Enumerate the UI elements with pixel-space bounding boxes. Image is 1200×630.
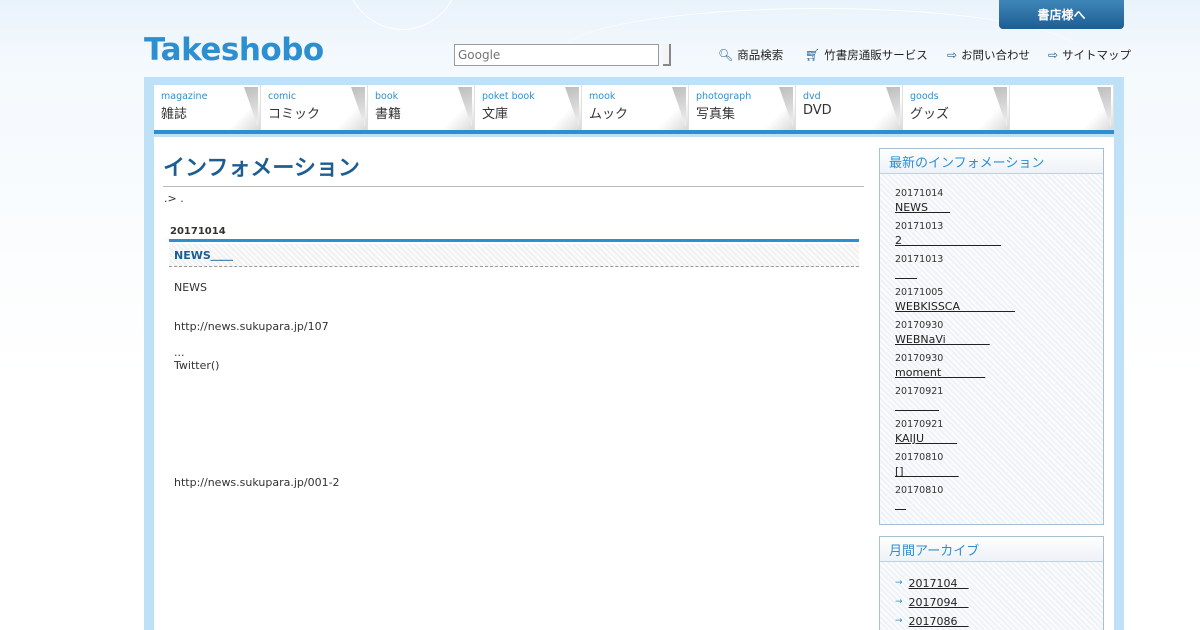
- tab-en-label: poket book: [482, 91, 535, 102]
- latest-item-date: 20170921: [895, 419, 944, 430]
- contact-link[interactable]: ⇨ お問い合わせ: [947, 47, 1030, 63]
- latest-item: 20170930 moment＿＿＿＿: [895, 353, 1095, 380]
- latest-item: 20171005 WEBKISSCA＿＿＿＿＿: [895, 287, 1095, 314]
- sitemap-label: サイトマップ: [1062, 48, 1132, 62]
- tab-en-label: dvd: [803, 91, 821, 102]
- arrow-box-icon: ⇨: [947, 48, 958, 62]
- article-line: Twitter(): [174, 359, 220, 372]
- tab-goods[interactable]: goods グッズ: [903, 85, 1010, 130]
- article-divider: [169, 239, 859, 242]
- tab-en-label: magazine: [161, 91, 208, 102]
- search-button[interactable]: [663, 44, 671, 66]
- tab-pocket-book[interactable]: poket book 文庫: [475, 85, 582, 130]
- latest-item-date: 20171014: [895, 188, 944, 199]
- article-headline-link[interactable]: NEWS＿＿: [174, 247, 233, 263]
- article-header: NEWS＿＿: [169, 244, 859, 267]
- latest-item: 20170810 []＿＿＿＿＿: [895, 452, 1095, 479]
- latest-item-date: 20170921: [895, 386, 944, 397]
- latest-info-heading: 最新のインフォメーション: [880, 149, 1103, 174]
- sitemap-link[interactable]: ⇨ サイトマップ: [1048, 47, 1131, 63]
- latest-item-link[interactable]: NEWS＿＿: [895, 201, 950, 214]
- tab-jp-label: 写真集: [696, 107, 736, 122]
- tab-blank: [1010, 85, 1114, 130]
- tab-jp-label: 雑誌: [161, 107, 188, 122]
- mail-order-link[interactable]: 🛒︎ 竹書房通販サービス: [805, 47, 928, 63]
- latest-item-date: 20170930: [895, 320, 944, 331]
- tab-jp-label: DVD: [803, 103, 832, 118]
- breadcrumb: .> .: [164, 192, 184, 205]
- store-button[interactable]: 書店様へ: [999, 0, 1124, 29]
- article-date: 20171014: [170, 226, 226, 237]
- latest-info-panel: 最新のインフォメーション 20171014 NEWS＿＿ 20171013 2＿＿＿…: [879, 148, 1104, 525]
- cart-icon: 🛒︎: [805, 48, 821, 62]
- latest-item: 20171013 ＿＿: [895, 254, 1095, 281]
- latest-item-date: 20171013: [895, 221, 944, 232]
- header-decoration: [345, 0, 460, 30]
- article-link[interactable]: http://news.sukupara.jp/107: [174, 320, 329, 333]
- latest-item: 20171013 2＿＿＿＿＿＿＿＿＿: [895, 221, 1095, 248]
- contact-label: お問い合わせ: [961, 48, 1031, 62]
- page-title: インフォメーション: [163, 156, 360, 181]
- latest-item-link[interactable]: ＿＿＿＿: [895, 399, 939, 412]
- tab-jp-label: 文庫: [482, 107, 509, 122]
- latest-item-link[interactable]: moment＿＿＿＿: [895, 366, 985, 379]
- site-logo[interactable]: Takeshobo: [144, 32, 324, 68]
- latest-item-date: 20170930: [895, 353, 944, 364]
- latest-item-link[interactable]: 2＿＿＿＿＿＿＿＿＿: [895, 234, 1001, 247]
- latest-item-date: 20170810: [895, 485, 944, 496]
- latest-item-link[interactable]: WEBNaVi＿＿＿＿: [895, 333, 990, 346]
- mail-order-label: 竹書房通販サービス: [824, 48, 928, 62]
- search-icon: 🔍︎: [718, 48, 734, 62]
- latest-item-link[interactable]: ＿: [895, 498, 906, 511]
- latest-item-date: 20171005: [895, 287, 944, 298]
- article-line: NEWS: [174, 281, 208, 294]
- archive-item: → 2017086＿: [895, 613, 969, 629]
- search-field[interactable]: [454, 44, 659, 66]
- arrow-right-icon: →: [895, 578, 903, 588]
- tab-en-label: photograph: [696, 91, 752, 102]
- tab-dvd[interactable]: dvd DVD: [796, 85, 903, 130]
- tab-en-label: mook: [589, 91, 616, 102]
- category-nav: magazine 雑誌 comic コミック book 書籍 poket book 文庫…: [154, 85, 1114, 134]
- tab-mook[interactable]: mook ムック: [582, 85, 689, 130]
- tab-book[interactable]: book 書籍: [368, 85, 475, 130]
- latest-item-link[interactable]: ＿＿: [895, 267, 917, 280]
- latest-item-date: 20171013: [895, 254, 944, 265]
- latest-item: 20170921 ＿＿＿＿: [895, 386, 1095, 413]
- archive-item: → 2017104＿: [895, 575, 969, 591]
- tab-photograph[interactable]: photograph 写真集: [689, 85, 796, 130]
- monthly-archive-heading: 月間アーカイブ: [880, 537, 1103, 562]
- latest-item: 20170921 KAIJU＿＿＿: [895, 419, 1095, 446]
- latest-item: 20170810 ＿: [895, 485, 1095, 512]
- tab-en-label: goods: [910, 91, 939, 102]
- product-search-link[interactable]: 🔍︎ 商品検索: [718, 47, 783, 63]
- archive-link[interactable]: 2017104＿: [909, 575, 969, 591]
- tab-en-label: comic: [268, 91, 297, 102]
- latest-item: 20171014 NEWS＿＿: [895, 188, 1095, 215]
- tab-en-label: book: [375, 91, 399, 102]
- title-divider: [163, 186, 864, 187]
- tab-jp-label: グッズ: [910, 107, 950, 122]
- tab-jp-label: コミック: [268, 107, 321, 122]
- tab-comic[interactable]: comic コミック: [261, 85, 368, 130]
- tab-jp-label: ムック: [589, 107, 629, 122]
- article-link[interactable]: http://news.sukupara.jp/001-2: [174, 476, 340, 489]
- latest-item: 20170930 WEBNaVi＿＿＿＿: [895, 320, 1095, 347]
- latest-item-link[interactable]: []＿＿＿＿＿: [895, 465, 959, 478]
- monthly-archive-panel: 月間アーカイブ → 2017104＿ → 2017094＿ → 2017086＿: [879, 536, 1104, 630]
- archive-link[interactable]: 2017086＿: [909, 613, 969, 629]
- tab-magazine[interactable]: magazine 雑誌: [154, 85, 261, 130]
- archive-link[interactable]: 2017094＿: [909, 594, 969, 610]
- arrow-box-icon: ⇨: [1048, 48, 1059, 62]
- latest-item-link[interactable]: WEBKISSCA＿＿＿＿＿: [895, 300, 1015, 313]
- product-search-label: 商品検索: [737, 48, 784, 62]
- tab-jp-label: 書籍: [375, 107, 402, 122]
- arrow-right-icon: →: [895, 616, 903, 626]
- arrow-right-icon: →: [895, 597, 903, 607]
- latest-item-link[interactable]: KAIJU＿＿＿: [895, 432, 957, 445]
- article-line: ...: [174, 346, 185, 359]
- archive-item: → 2017094＿: [895, 594, 969, 610]
- search-input[interactable]: [458, 45, 658, 65]
- latest-item-date: 20170810: [895, 452, 944, 463]
